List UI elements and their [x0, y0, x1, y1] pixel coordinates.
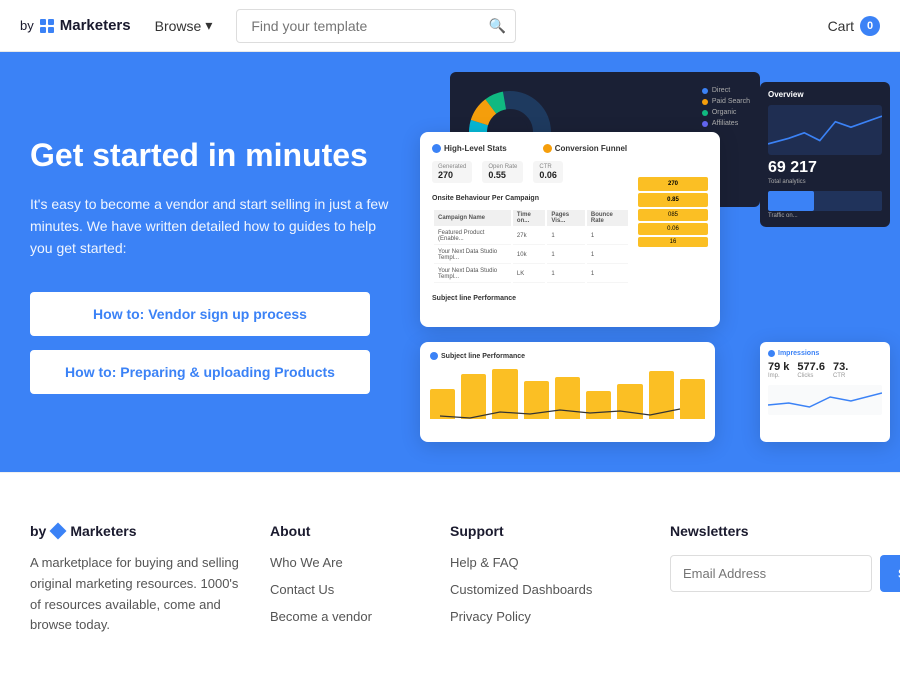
- funnel-unique: 085: [638, 209, 708, 221]
- subscribe-button[interactable]: Subscribe: [880, 555, 900, 592]
- footer-link-contact-us[interactable]: Contact Us: [270, 582, 430, 597]
- hero-title: Get started in minutes: [30, 136, 390, 174]
- stat-ctr: CTR 0.06: [533, 161, 563, 183]
- footer-newsletter-title: Newsletters: [670, 523, 900, 539]
- logo-by-text: by: [20, 18, 34, 33]
- stats-dashboard-mockup: High-Level Stats Conversion Funnel Gener…: [420, 132, 720, 327]
- traffic-label: Traffic on...: [768, 213, 882, 219]
- legend-paid: Paid Search: [702, 98, 750, 105]
- stats-row: Generated 270 Open Rate 0.55 CTR 0.06: [432, 161, 630, 183]
- stat-open-rate: Open Rate 0.55: [482, 161, 523, 183]
- cart-count-badge: 0: [860, 16, 880, 36]
- footer-about-col: About Who We Are Contact Us Become a ven…: [270, 523, 430, 636]
- footer-support-title: Support: [450, 523, 650, 539]
- browse-button[interactable]: Browse ▾: [147, 13, 221, 38]
- funnel-delivered: 270: [638, 177, 708, 191]
- upload-products-button[interactable]: How to: Preparing & uploading Products: [30, 350, 370, 394]
- search-bar: 🔍: [236, 9, 516, 43]
- subject-perf-title: Subject line Performance: [430, 352, 705, 360]
- mockup-header: High-Level Stats Conversion Funnel: [432, 144, 708, 153]
- chart-legend: Direct Paid Search Organic Affiliates: [702, 87, 750, 127]
- footer-support-col: Support Help & FAQ Customized Dashboards…: [450, 523, 650, 636]
- vendor-signup-button[interactable]: How to: Vendor sign up process: [30, 292, 370, 336]
- stat-generated: Generated 270: [432, 161, 472, 183]
- legend-affiliates: Affiliates: [702, 120, 750, 127]
- footer-newsletter-col: Newsletters Subscribe: [670, 523, 900, 636]
- traffic-bar: [768, 191, 882, 211]
- search-icon: 🔍: [489, 17, 506, 34]
- footer-link-privacy[interactable]: Privacy Policy: [450, 609, 650, 624]
- onsite-behaviour-title: Onsite Behaviour Per Campaign: [432, 195, 630, 202]
- trend-line-chart: [430, 404, 700, 424]
- footer-link-help-faq[interactable]: Help & FAQ: [450, 555, 650, 570]
- hero-mockups: Direct Paid Search Organic Affiliates: [430, 52, 900, 472]
- high-level-stats-title: High-Level Stats: [432, 144, 507, 153]
- imp-stat-1: 79 k Imp.: [768, 361, 789, 379]
- imp-stat-2: 577.6 Clicks: [797, 361, 825, 379]
- footer-link-who-we-are[interactable]: Who We Are: [270, 555, 430, 570]
- hero-content: Get started in minutes It's easy to beco…: [0, 52, 430, 472]
- cart-label: Cart: [828, 18, 854, 34]
- overview-dashboard-mockup: Overview 69 217 Total analytics Traffic …: [760, 82, 890, 227]
- overview-line-chart: [768, 105, 882, 155]
- funnel-open-rate: 0.85: [638, 193, 708, 207]
- mockup-container: Direct Paid Search Organic Affiliates: [430, 72, 900, 452]
- newsletter-email-input[interactable]: [670, 555, 872, 592]
- search-input[interactable]: [236, 9, 516, 43]
- subject-performance-mockup: Subject line Performance: [420, 342, 715, 442]
- hero-description: It's easy to become a vendor and start s…: [30, 193, 390, 260]
- impressions-stats: 79 k Imp. 577.6 Clicks 73. CTR: [768, 361, 882, 379]
- logo-marketers-text: Marketers: [60, 17, 131, 34]
- impressions-line: [768, 385, 882, 415]
- footer-logo-by: by: [30, 523, 46, 539]
- header: by Marketers Browse ▾ 🔍 Cart 0: [0, 0, 900, 52]
- footer-description: A marketplace for buying and selling ori…: [30, 553, 250, 636]
- subject-line-title: Subject line Performance: [432, 295, 630, 302]
- impressions-mini-chart: [768, 385, 882, 415]
- overview-sublabel: Total analytics: [768, 179, 882, 185]
- overview-chart: [768, 105, 882, 155]
- funnel-bottom: 16: [638, 237, 708, 247]
- legend-organic: Organic: [702, 109, 750, 116]
- newsletter-form: Subscribe: [670, 555, 900, 592]
- campaign-table: Campaign Name Time on... Pages Vis... Bo…: [432, 208, 630, 285]
- chevron-down-icon: ▾: [205, 17, 212, 34]
- legend-direct: Direct: [702, 87, 750, 94]
- funnel-total: 0.06: [638, 223, 708, 235]
- footer-diamond-icon: [50, 523, 67, 540]
- footer-logo-area: by Marketers A marketplace for buying an…: [30, 523, 250, 636]
- browse-label: Browse: [155, 18, 202, 34]
- footer: by Marketers A marketplace for buying an…: [0, 472, 900, 676]
- footer-logo-marketers: Marketers: [70, 523, 136, 539]
- footer-grid: by Marketers A marketplace for buying an…: [30, 523, 870, 636]
- logo[interactable]: by Marketers: [20, 17, 131, 34]
- footer-about-title: About: [270, 523, 430, 539]
- conversion-funnel-title: Conversion Funnel: [543, 144, 627, 153]
- footer-logo: by Marketers: [30, 523, 250, 539]
- hero-section: Get started in minutes It's easy to beco…: [0, 52, 900, 472]
- cart-button[interactable]: Cart 0: [828, 16, 880, 36]
- impressions-title: Impressions: [768, 350, 882, 357]
- imp-stat-3: 73. CTR: [833, 361, 848, 379]
- impressions-mockup: Impressions 79 k Imp. 577.6 Clicks 73. C…: [760, 342, 890, 442]
- footer-link-dashboards[interactable]: Customized Dashboards: [450, 582, 650, 597]
- logo-grid-icon: [40, 19, 54, 33]
- footer-link-become-vendor[interactable]: Become a vendor: [270, 609, 430, 624]
- overview-big-number: 69 217: [768, 159, 882, 177]
- overview-title: Overview: [768, 90, 882, 99]
